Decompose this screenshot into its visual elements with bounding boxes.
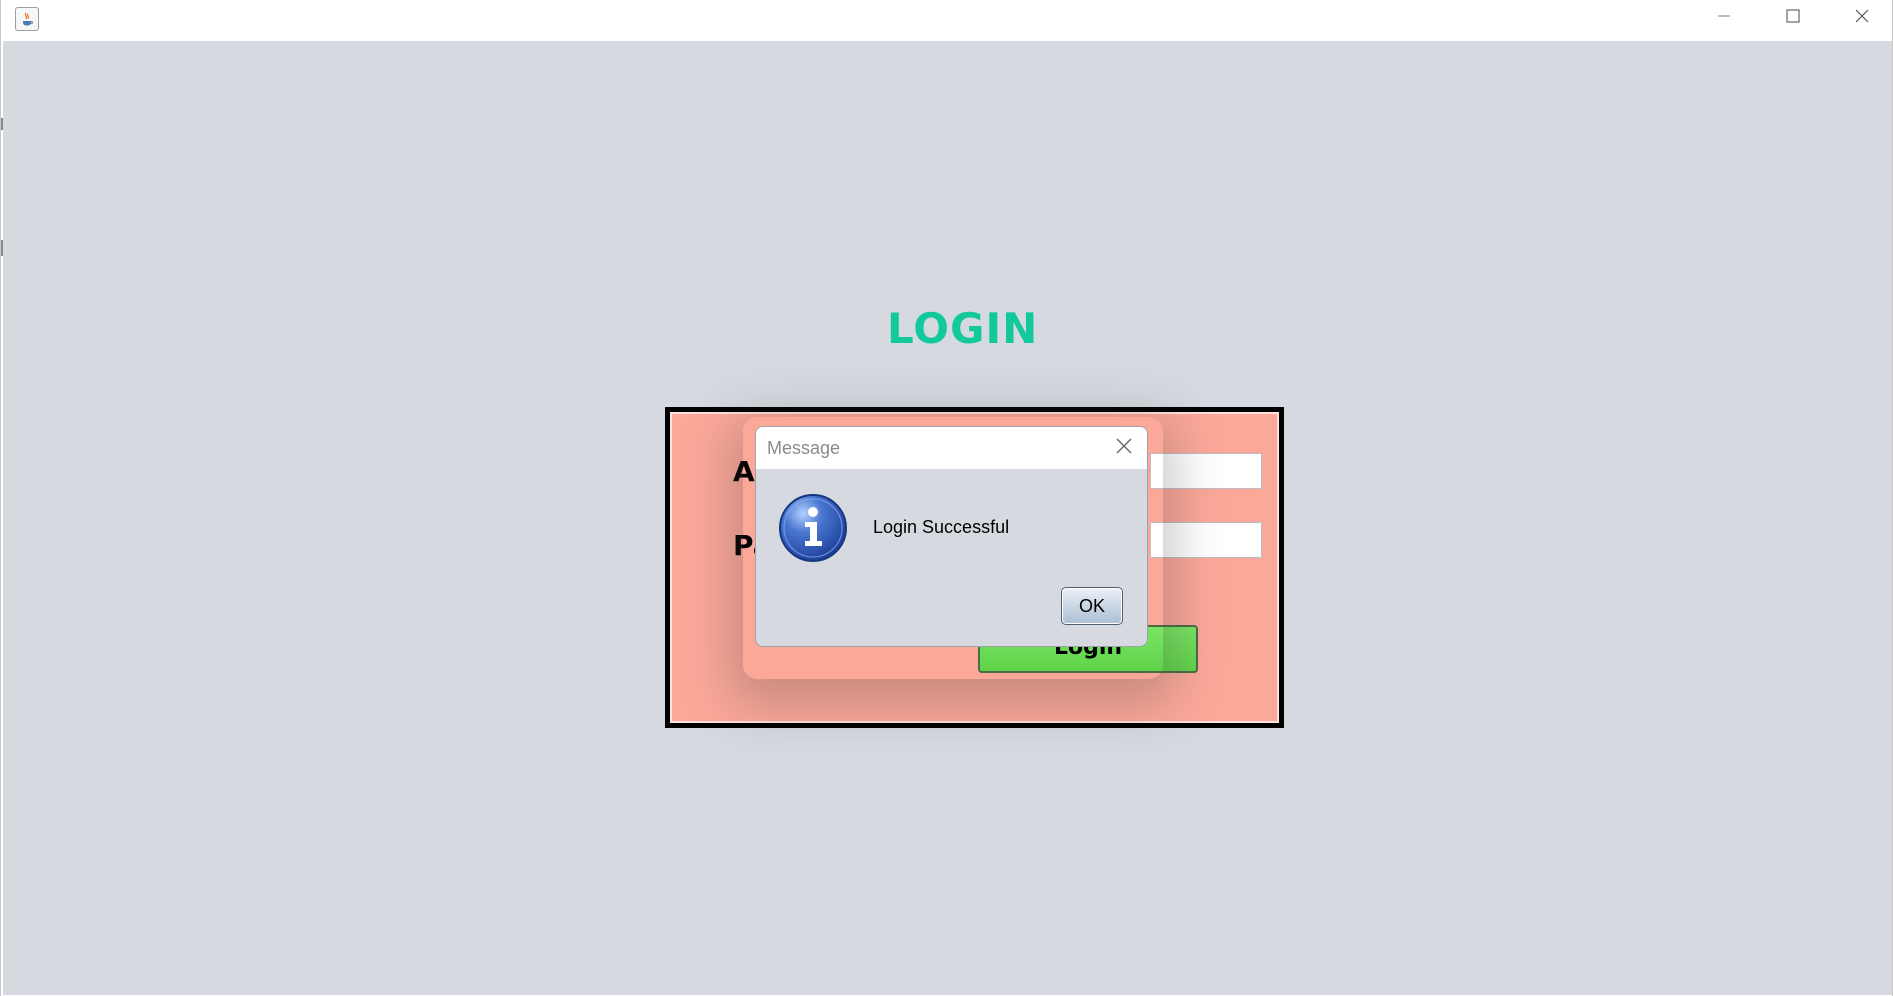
window-titlebar[interactable]: [1, 0, 1892, 41]
window-close-button[interactable]: [1827, 0, 1893, 36]
minimize-icon: [1716, 8, 1732, 29]
java-icon[interactable]: [15, 7, 39, 31]
maximize-icon: [1785, 8, 1801, 29]
account-input[interactable]: [1150, 453, 1262, 489]
dialog-titlebar[interactable]: Message: [756, 427, 1147, 469]
application-window: LOGIN A Pa Login Message Login Successfu…: [0, 0, 1893, 996]
left-edge-marker: [1, 240, 3, 256]
dialog-title: Message: [767, 438, 841, 458]
maximize-button[interactable]: [1758, 0, 1827, 36]
message-dialog: Message Login Successful OK: [755, 426, 1148, 647]
dialog-close-button[interactable]: [1111, 435, 1137, 461]
ok-button[interactable]: OK: [1061, 587, 1123, 625]
password-input[interactable]: [1150, 522, 1262, 558]
dialog-message: Login Successful: [873, 517, 1010, 537]
left-edge-marker: [1, 118, 3, 130]
information-icon: [777, 492, 849, 564]
window-content: LOGIN A Pa Login Message Login Successfu…: [3, 41, 1892, 995]
login-title: LOGIN: [887, 304, 1039, 353]
close-icon: [1115, 437, 1133, 460]
close-icon: [1854, 8, 1870, 29]
minimize-button[interactable]: [1689, 0, 1758, 36]
